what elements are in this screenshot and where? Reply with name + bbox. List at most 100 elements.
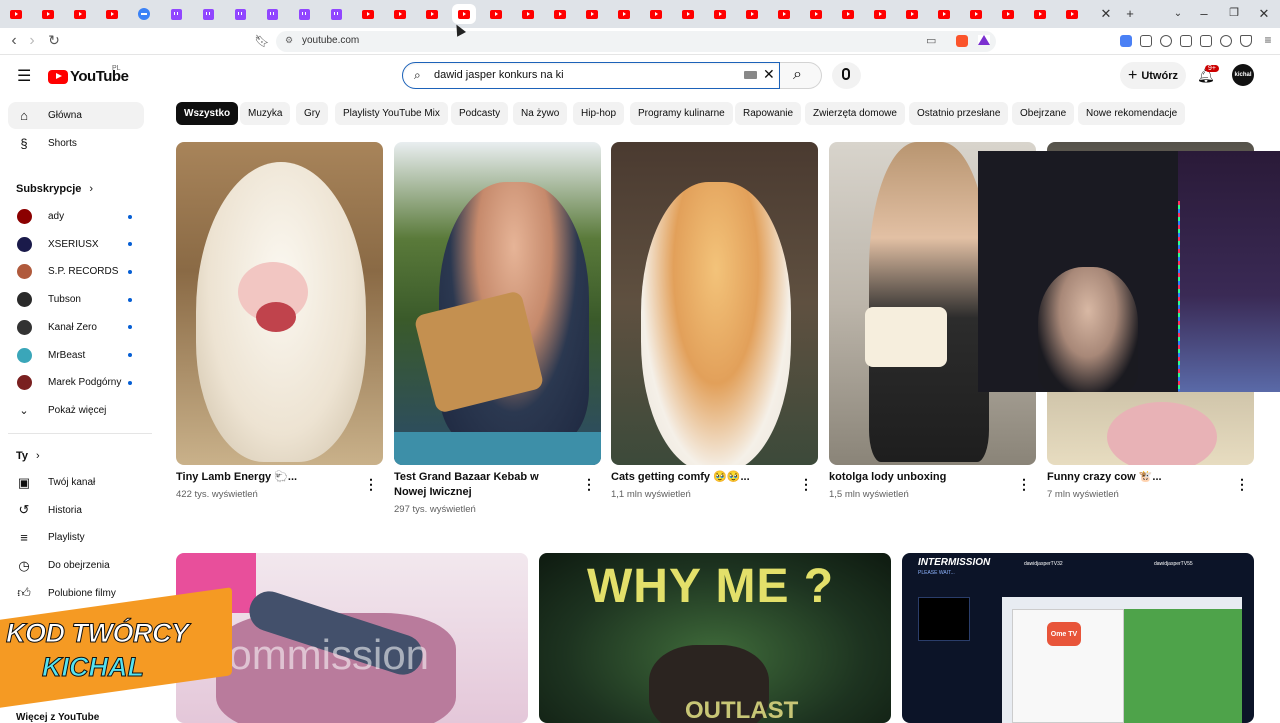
browser-tab[interactable] (676, 4, 700, 24)
account-avatar[interactable]: kichal (1232, 64, 1254, 86)
leo-icon[interactable] (1220, 35, 1232, 47)
filter-chip[interactable]: Rapowanie (735, 102, 802, 125)
video-menu-icon[interactable]: ⋮ (364, 476, 378, 493)
video-title[interactable]: Cats getting comfy 🥹🥹... (611, 470, 786, 485)
filter-chip[interactable]: Gry (296, 102, 329, 125)
sidebar-item-główna[interactable]: ⌂ Główna (8, 102, 144, 129)
browser-tab[interactable] (420, 4, 444, 24)
sidebar-icon[interactable] (1180, 35, 1192, 47)
video-menu-icon[interactable]: ⋮ (799, 476, 813, 493)
brave-shield-icon[interactable] (956, 35, 968, 47)
search-button[interactable]: ⌕ (780, 62, 822, 89)
bookmark-icon[interactable]: 🔖︎ (252, 34, 272, 48)
maximize-icon[interactable]: ❐ (1224, 6, 1244, 19)
subscription-channel[interactable]: MrBeast (8, 342, 144, 369)
video-menu-icon[interactable]: ⋮ (1017, 476, 1031, 493)
video-title[interactable]: Funny crazy cow 🐮... (1047, 470, 1222, 485)
video-thumbnail[interactable]: WHY ME ? OUTLAST (539, 553, 891, 723)
video-thumbnail[interactable] (611, 142, 818, 465)
rewards-icon[interactable] (978, 35, 990, 45)
video-thumbnail[interactable] (394, 142, 601, 465)
filter-chip[interactable]: Obejrzane (1012, 102, 1075, 125)
browser-tab[interactable] (228, 4, 252, 24)
browser-tab[interactable] (260, 4, 284, 24)
browser-tab[interactable] (324, 4, 348, 24)
subscription-channel[interactable]: Marek Podgórny (8, 369, 144, 396)
video-menu-icon[interactable]: ⋮ (1235, 476, 1249, 493)
browser-tab[interactable] (1060, 4, 1084, 24)
browser-tab[interactable] (132, 4, 156, 24)
url-field[interactable]: ⚙ youtube.com ▭ (276, 31, 996, 52)
sidebar-item-you[interactable]: ▣ Twój kanał (8, 469, 144, 496)
filter-chip[interactable]: Na żywo (513, 102, 568, 125)
browser-tab[interactable] (964, 4, 988, 24)
browser-tab[interactable] (1028, 4, 1052, 24)
clear-search-icon[interactable]: ✕ (763, 66, 775, 83)
filter-chip[interactable]: Programy kulinarne (630, 102, 733, 125)
browser-tab[interactable] (516, 4, 540, 24)
browser-tab[interactable] (996, 4, 1020, 24)
sidebar-item-you[interactable]: ≡ Playlisty (8, 524, 144, 551)
keyboard-icon[interactable] (744, 71, 757, 79)
video-thumbnail[interactable]: INTERMISSION PLEASE WAIT... dawidjasperT… (902, 553, 1254, 723)
browser-tab[interactable] (4, 4, 28, 24)
browser-tab[interactable] (740, 4, 764, 24)
close-window-icon[interactable]: ✕ (1254, 6, 1274, 22)
browser-tab[interactable] (356, 4, 380, 24)
browser-tab[interactable] (708, 4, 732, 24)
subscriptions-heading[interactable]: Subskrypcje › (16, 183, 93, 195)
browser-tab[interactable] (164, 4, 188, 24)
browser-tab[interactable] (772, 4, 796, 24)
sidebar-item-you[interactable]: ↺ Historia (8, 497, 144, 524)
video-title[interactable]: Tiny Lamb Energy 🐑... (176, 470, 351, 485)
filter-chip[interactable]: Nowe rekomendacje (1078, 102, 1186, 125)
browser-tab[interactable] (932, 4, 956, 24)
video-title[interactable]: Test Grand Bazaar Kebab w Nowej Iwicznej (394, 470, 569, 500)
show-more-button[interactable]: ⌄ Pokaż więcej (8, 397, 144, 424)
sidebar-item-shorts[interactable]: § Shorts (8, 130, 144, 157)
browser-tab[interactable] (196, 4, 220, 24)
voice-search-button[interactable] (832, 62, 861, 89)
tab-search-icon[interactable]: ⌄ (1168, 8, 1188, 19)
close-tab-icon[interactable]: ✕ (1096, 6, 1116, 22)
browser-tab[interactable] (452, 4, 476, 24)
hamburger-menu-icon[interactable]: ☰ (17, 66, 31, 86)
translate-icon[interactable] (1120, 35, 1132, 47)
subscription-channel[interactable]: Kanał Zero (8, 314, 144, 341)
video-title[interactable]: kotolga lody unboxing (829, 470, 1004, 485)
browser-tab[interactable] (804, 4, 828, 24)
browser-tab[interactable] (388, 4, 412, 24)
subscription-channel[interactable]: XSERIUSX (8, 231, 144, 258)
browser-menu-icon[interactable]: ≡ (1258, 33, 1278, 47)
video-menu-icon[interactable]: ⋮ (582, 476, 596, 493)
browser-tab[interactable] (100, 4, 124, 24)
forward-icon[interactable]: › (22, 32, 42, 50)
cast-icon[interactable]: ▭ (926, 34, 936, 47)
sidebar-item-you[interactable]: ◷ Do obejrzenia (8, 552, 144, 579)
back-icon[interactable]: ‹ (4, 32, 24, 50)
wallet-icon[interactable] (1200, 35, 1212, 47)
filter-chip[interactable]: Wszystko (176, 102, 239, 125)
filter-chip[interactable]: Playlisty YouTube Mix (335, 102, 448, 125)
minimize-icon[interactable]: – (1194, 6, 1214, 21)
browser-tab[interactable] (644, 4, 668, 24)
filter-chip[interactable]: Hip-hop (573, 102, 625, 125)
filter-chip[interactable]: Zwierzęta domowe (805, 102, 905, 125)
filter-chip[interactable]: Ostatnio przesłane (909, 102, 1009, 125)
browser-tab[interactable] (36, 4, 60, 24)
browser-tab[interactable] (68, 4, 92, 24)
media-icon[interactable] (1160, 35, 1172, 47)
new-tab-button[interactable]: + (1120, 6, 1140, 21)
browser-tab[interactable] (900, 4, 924, 24)
browser-tab[interactable] (868, 4, 892, 24)
create-button[interactable]: + Utwórz (1120, 62, 1186, 89)
extensions-icon[interactable] (1140, 35, 1152, 47)
browser-tab[interactable] (484, 4, 508, 24)
reload-icon[interactable]: ↻ (44, 32, 64, 49)
video-thumbnail[interactable] (176, 142, 383, 465)
filter-chip[interactable]: Podcasty (451, 102, 509, 125)
browser-tab[interactable] (612, 4, 636, 24)
you-heading[interactable]: Ty › (16, 450, 40, 462)
filter-chip[interactable]: Muzyka (240, 102, 291, 125)
browser-tab[interactable] (292, 4, 316, 24)
